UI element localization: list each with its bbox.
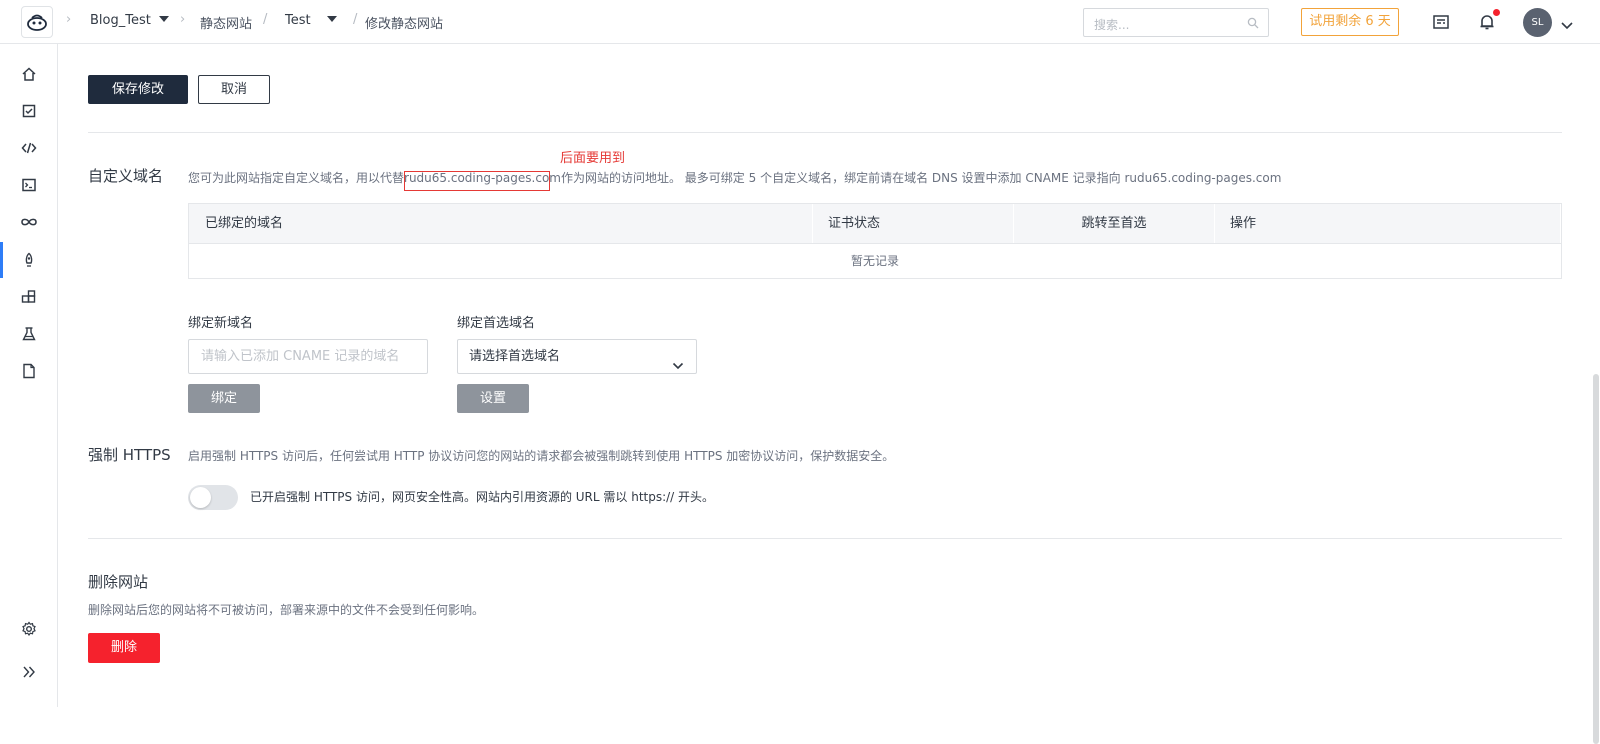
task-icon[interactable] — [19, 101, 39, 121]
site-switcher[interactable]: Test — [285, 13, 337, 28]
bind-domain-label: 绑定新域名 — [188, 316, 254, 331]
main-content: 保存修改 取消 自定义域名 您可为此网站指定自定义域名，用以代替rudu65.c… — [59, 44, 1600, 707]
trial-badge[interactable]: 试用剩余 6 天 — [1301, 8, 1399, 36]
custom-domain-desc: 您可为此网站指定自定义域名，用以代替rudu65.coding-pages.co… — [188, 169, 1281, 186]
annotation-highlight-box — [404, 171, 550, 191]
save-button[interactable]: 保存修改 — [88, 75, 188, 104]
project-name: Blog_Test — [90, 13, 151, 28]
bind-button[interactable]: 绑定 — [188, 384, 260, 413]
delete-button[interactable]: 删除 — [88, 633, 160, 663]
infinity-icon[interactable] — [19, 212, 39, 232]
delete-site-title: 删除网站 — [88, 573, 149, 591]
new-domain-input[interactable]: 请输入已添加 CNAME 记录的域名 — [188, 339, 428, 374]
preferred-domain-label: 绑定首选域名 — [457, 316, 536, 331]
home-icon[interactable] — [19, 64, 39, 84]
settings-icon[interactable] — [19, 619, 39, 639]
chevron-right-icon: › — [180, 12, 186, 27]
custom-domain-title: 自定义域名 — [88, 167, 164, 185]
desc-suffix: 作为网站的访问地址。 最多可绑定 5 个自定义域名，绑定前请在域名 DNS 设置… — [560, 171, 1282, 185]
divider — [88, 538, 1562, 539]
toggle-knob — [190, 487, 211, 508]
breadcrumb-separator: / — [353, 12, 358, 27]
https-desc: 启用强制 HTTPS 访问后，任何尝试用 HTTP 协议访问您的网站的请求都会被… — [188, 449, 895, 463]
expand-icon[interactable] — [19, 662, 39, 682]
scrollbar-thumb[interactable] — [1593, 374, 1599, 744]
set-preferred-button[interactable]: 设置 — [457, 384, 529, 413]
sidebar — [0, 44, 58, 707]
search-icon — [1247, 17, 1259, 32]
breadcrumb-static-sites[interactable]: 静态网站 — [200, 13, 252, 32]
bound-domains-table: 已绑定的域名 证书状态 跳转至首选 操作 暂无记录 — [188, 203, 1562, 279]
preferred-domain-value: 请选择首选域名 — [469, 349, 561, 364]
project-switcher[interactable]: Blog_Test — [90, 13, 169, 28]
table-header: 已绑定的域名 证书状态 跳转至首选 操作 — [189, 204, 1561, 243]
site-name: Test — [285, 13, 311, 28]
https-title: 强制 HTTPS — [88, 446, 171, 464]
chevron-down-icon[interactable] — [1560, 16, 1574, 35]
desc-prefix: 您可为此网站指定自定义域名，用以代替 — [188, 171, 405, 185]
table-header-cell: 操作 — [1215, 204, 1561, 243]
dashboard-icon[interactable] — [1431, 12, 1451, 32]
annotation-note: 后面要用到 — [560, 151, 626, 166]
cancel-button[interactable]: 取消 — [198, 75, 270, 104]
https-toggle[interactable] — [188, 485, 238, 510]
caret-down-icon — [326, 16, 337, 22]
search-input[interactable]: 搜索... — [1083, 8, 1269, 37]
coding-logo-icon[interactable] — [21, 6, 53, 38]
code-icon[interactable] — [19, 138, 39, 158]
top-bar: › Blog_Test › 静态网站 / Test / 修改静态网站 搜索...… — [0, 0, 1600, 44]
breadcrumb-separator: / — [263, 12, 268, 27]
search-placeholder: 搜索... — [1094, 18, 1130, 32]
notification-dot — [1493, 9, 1500, 16]
scrollbar[interactable] — [1592, 44, 1600, 744]
https-toggle-text: 已开启强制 HTTPS 访问，网页安全性高。网站内引用资源的 URL 需以 ht… — [250, 490, 715, 504]
preferred-domain-select[interactable]: 请选择首选域名 — [457, 339, 697, 374]
rocket-icon[interactable] — [19, 250, 39, 270]
flask-icon[interactable] — [19, 324, 39, 344]
table-header-cell: 证书状态 — [813, 204, 1014, 243]
table-header-cell: 跳转至首选 — [1014, 204, 1215, 243]
chevron-right-icon: › — [66, 12, 72, 27]
caret-down-icon — [158, 16, 169, 22]
breadcrumb-current-page: 修改静态网站 — [365, 17, 444, 32]
table-header-cell: 已绑定的域名 — [189, 204, 813, 243]
avatar[interactable]: SL — [1523, 8, 1552, 37]
delete-site-desc: 删除网站后您的网站将不可被访问，部署来源中的文件不会受到任何影响。 — [88, 603, 485, 617]
document-icon[interactable] — [19, 361, 39, 381]
bell-icon[interactable] — [1477, 9, 1500, 32]
chevron-down-icon — [672, 351, 684, 384]
table-empty-state: 暂无记录 — [189, 243, 1561, 278]
sidebar-active-indicator — [0, 242, 3, 278]
divider — [88, 132, 1562, 133]
terminal-icon[interactable] — [19, 175, 39, 195]
artifact-icon[interactable] — [19, 287, 39, 307]
